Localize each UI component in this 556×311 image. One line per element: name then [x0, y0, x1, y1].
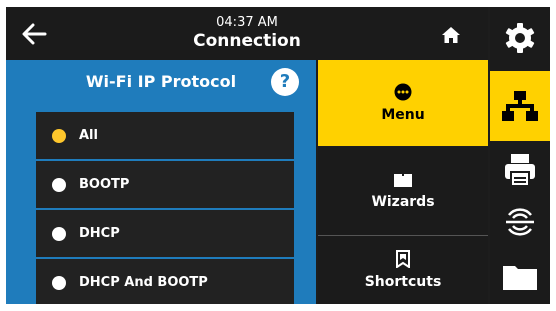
network-icon: [502, 91, 538, 121]
help-button[interactable]: ?: [271, 68, 299, 96]
menu-label: Menu: [381, 107, 425, 123]
sidebar-item-print[interactable]: [490, 143, 550, 197]
home-button[interactable]: [436, 22, 466, 48]
sidebar-item-connection[interactable]: [490, 71, 550, 141]
shortcuts-button[interactable]: Shortcuts: [318, 236, 488, 304]
sidebar-item-settings[interactable]: [490, 7, 550, 69]
option-dhcp-and-bootp[interactable]: DHCP And BOOTP: [36, 259, 294, 304]
sidebar-item-rfid[interactable]: [490, 197, 550, 247]
radio-unselected-icon: [52, 226, 66, 241]
option-all[interactable]: All: [36, 112, 294, 159]
wizards-label: Wizards: [371, 194, 435, 210]
option-label: DHCP And BOOTP: [79, 275, 208, 290]
book-icon: [394, 174, 412, 187]
protocol-options: All BOOTP DHCP DHCP And BOOTP: [36, 112, 294, 304]
rfid-icon: [506, 208, 534, 236]
option-dhcp[interactable]: DHCP: [36, 210, 294, 257]
wizards-button[interactable]: Wizards: [318, 147, 488, 235]
printer-icon: [505, 154, 535, 187]
sidebar-item-storage[interactable]: [490, 249, 550, 304]
settings-sidebar: [490, 7, 550, 304]
top-bar: 04:37 AM Connection: [6, 7, 488, 60]
radio-unselected-icon: [52, 177, 66, 192]
folder-icon: [503, 265, 537, 290]
option-label: All: [79, 128, 98, 143]
menu-dots-icon: [394, 83, 412, 101]
panel-title: Wi-Fi IP Protocol: [85, 72, 237, 91]
option-label: DHCP: [79, 226, 120, 241]
page-title: Connection: [193, 31, 301, 51]
menu-button[interactable]: Menu: [318, 60, 488, 146]
shortcuts-label: Shortcuts: [364, 274, 442, 290]
wifi-ip-protocol-panel: Wi-Fi IP Protocol ? All BOOTP DHCP DHCP …: [6, 60, 316, 304]
option-bootp[interactable]: BOOTP: [36, 161, 294, 208]
option-label: BOOTP: [79, 177, 130, 192]
gear-icon: [505, 23, 535, 53]
main-menu-column: Menu Wizards Shortcuts: [318, 60, 488, 304]
radio-unselected-icon: [52, 275, 66, 290]
home-icon: [442, 27, 460, 43]
clock-time: 04:37 AM: [216, 15, 278, 30]
printer-screen: 04:37 AM Connection Wi-Fi IP Protocol ? …: [6, 7, 550, 304]
bookmark-icon: [396, 250, 410, 268]
radio-selected-icon: [52, 128, 66, 143]
